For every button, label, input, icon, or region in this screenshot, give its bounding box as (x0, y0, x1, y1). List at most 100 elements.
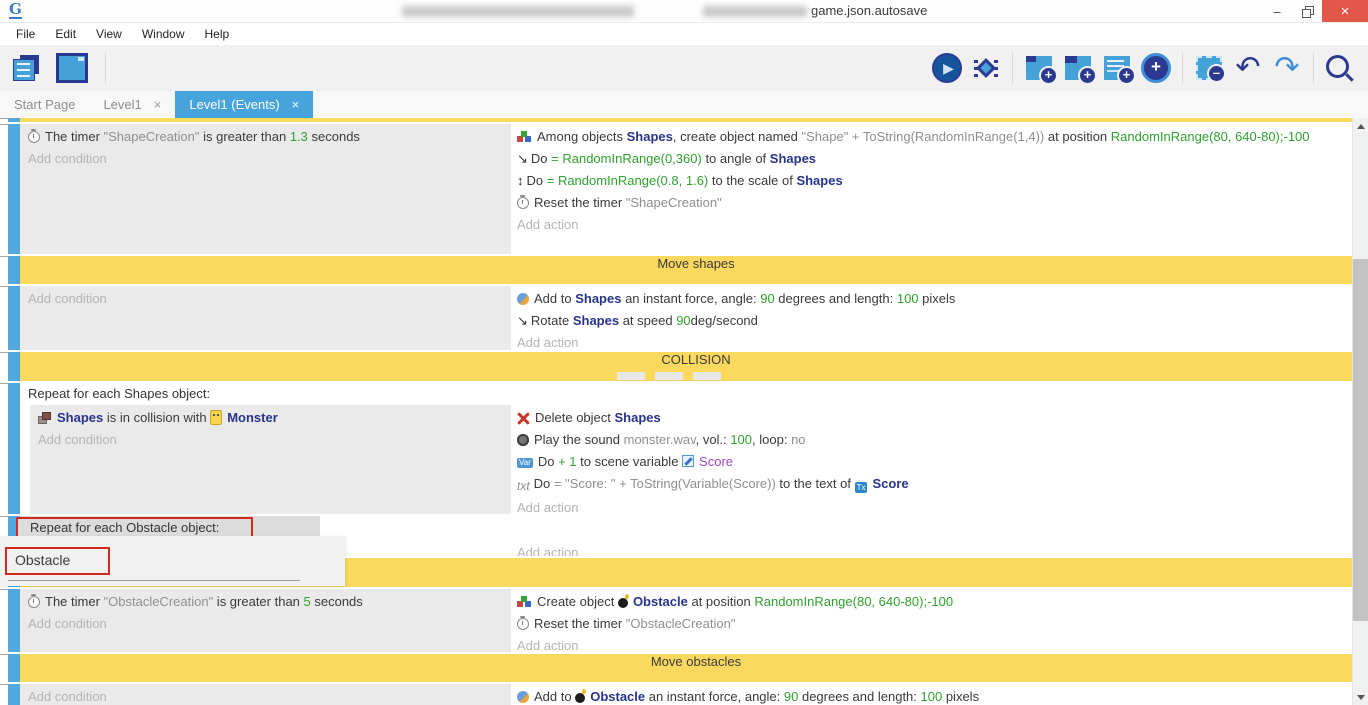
tab-level1[interactable]: Level1 × (89, 91, 175, 118)
action-line[interactable]: ↘Rotate Shapes at speed 90deg/second (517, 310, 1352, 332)
action-line[interactable]: ↕Do = RandomInRange(0.8, 1.6) to the sca… (517, 170, 1352, 192)
conditions-column[interactable]: The timer "ObstacleCreation" is greater … (20, 589, 511, 652)
comment-block[interactable]: Move shapes (8, 256, 1352, 284)
action-line[interactable]: Add to Shapes an instant force, angle: 9… (517, 288, 1352, 310)
scene-editor-button[interactable] (54, 49, 90, 87)
action-line[interactable]: Reset the timer "ObstacleCreation" (517, 613, 1352, 635)
run-button[interactable] (929, 49, 965, 87)
event-block[interactable]: Add condition Add to Obstacle an instant … (8, 684, 1352, 705)
close-button[interactable]: × (1322, 0, 1368, 22)
add-condition-button[interactable]: Add condition (20, 686, 511, 705)
actions-column[interactable]: Create object Obstacle at position Rando… (511, 589, 1352, 652)
actions-column[interactable]: Add to Shapes an instant force, angle: 9… (511, 286, 1352, 350)
action-line[interactable]: Play the sound monster.wav, vol.: 100, l… (517, 429, 1352, 451)
tab-level1-events[interactable]: Level1 (Events) × (175, 91, 313, 118)
add-action-button[interactable]: Add action (517, 635, 1352, 652)
event-selection-bar[interactable] (8, 352, 20, 381)
add-element-button[interactable] (1138, 49, 1174, 87)
conditions-column[interactable]: Add condition (20, 684, 511, 705)
remove-event-button[interactable] (1191, 49, 1227, 87)
search-button[interactable] (1322, 49, 1358, 87)
event-selection-bar[interactable] (8, 383, 20, 514)
comment-row[interactable]: COLLISION (20, 352, 1352, 381)
scroll-up-arrow[interactable] (1353, 118, 1368, 134)
restore-button[interactable] (1292, 0, 1322, 22)
add-action-button[interactable]: Add action (517, 497, 1352, 514)
text-run: The timer (45, 594, 104, 609)
add-condition-button[interactable]: Add condition (30, 429, 511, 451)
event-sheet[interactable]: The timer "ShapeCreation" is greater tha… (0, 118, 1352, 705)
action-line[interactable]: txtDo = "Score: " + ToString(Variable(Sc… (517, 473, 1352, 497)
action-line[interactable]: Delete object Shapes (517, 407, 1352, 429)
search-icon (1326, 55, 1349, 78)
conditions-column[interactable]: Add condition (20, 286, 511, 350)
add-condition-button[interactable]: Add condition (20, 148, 511, 170)
foreach-header[interactable]: Repeat for each Shapes object: (20, 383, 1352, 405)
close-tab-icon[interactable]: × (292, 97, 300, 112)
object-name-input-underline[interactable] (8, 580, 300, 581)
scrollbar-thumb[interactable] (1353, 259, 1368, 621)
text-run: Shapes (575, 291, 621, 306)
event-selection-bar[interactable] (8, 286, 20, 350)
event-block[interactable]: The timer "ObstacleCreation" is greater … (8, 589, 1352, 652)
redo-button[interactable] (1269, 49, 1305, 87)
condition-line[interactable]: The timer "ShapeCreation" is greater tha… (20, 126, 511, 148)
conditions-column[interactable]: Shapes is in collision with MonsterAdd c… (30, 405, 511, 514)
event-selection-bar[interactable] (8, 124, 20, 254)
add-comment-button[interactable] (1099, 49, 1135, 87)
add-condition-button[interactable]: Add condition (20, 613, 511, 635)
partial-comment-row[interactable] (20, 118, 1352, 122)
action-line[interactable]: Add to Obstacle an instant force, angle:… (517, 686, 1352, 705)
menu-window[interactable]: Window (132, 27, 195, 41)
menu-edit[interactable]: Edit (45, 27, 86, 41)
project-manager-button[interactable] (8, 49, 44, 87)
actions-column[interactable]: Add to Obstacle an instant force, angle:… (511, 684, 1352, 705)
action-line[interactable]: VarDo + 1 to scene variable Score (517, 451, 1352, 473)
text-run: 5 (304, 594, 311, 609)
condition-line[interactable]: Shapes is in collision with Monster (30, 407, 511, 429)
conditions-column[interactable]: The timer "ShapeCreation" is greater tha… (20, 124, 511, 254)
object-name-field[interactable]: Obstacle (15, 552, 70, 568)
foreach-block[interactable]: Repeat for each Shapes object:Shapes is … (8, 383, 1352, 514)
scroll-down-arrow[interactable] (1353, 689, 1368, 705)
text-run: = RandomInRange(0,360) (551, 151, 702, 166)
add-condition-button[interactable]: Add condition (20, 288, 511, 310)
add-action-button[interactable]: Add action (517, 332, 1352, 350)
event-selection-bar[interactable] (8, 654, 20, 682)
menu-help[interactable]: Help (195, 27, 240, 41)
action-line[interactable]: Reset the timer "ShapeCreation" (517, 192, 1352, 214)
undo-button[interactable] (1230, 49, 1266, 87)
minimize-button[interactable]: – (1262, 0, 1292, 22)
add-subevent-button[interactable] (1060, 49, 1096, 87)
add-action-button[interactable]: Add action (517, 214, 1352, 236)
action-line[interactable]: ↘Do = RandomInRange(0,360) to angle of S… (517, 148, 1352, 170)
strip-block[interactable] (8, 118, 1352, 122)
text-run: is in collision with (103, 410, 210, 425)
menu-file[interactable]: File (6, 27, 45, 41)
event-block[interactable]: The timer "ShapeCreation" is greater tha… (8, 124, 1352, 254)
event-block[interactable]: Add condition Add to Shapes an instant fo… (8, 286, 1352, 350)
comment-block[interactable]: COLLISION (8, 352, 1352, 381)
sound-icon (517, 434, 529, 446)
comment-block[interactable]: Move obstacles (8, 654, 1352, 682)
tab-start-page[interactable]: Start Page (0, 91, 89, 118)
actions-column[interactable]: Delete object ShapesPlay the sound monst… (511, 405, 1352, 514)
actions-column[interactable]: Add action (511, 540, 1352, 556)
vertical-scrollbar[interactable] (1352, 118, 1368, 705)
event-selection-bar[interactable] (8, 684, 20, 705)
condition-line[interactable]: The timer "ObstacleCreation" is greater … (20, 591, 511, 613)
add-action-button[interactable]: Add action (517, 542, 1352, 556)
event-selection-bar[interactable] (8, 256, 20, 284)
comment-row[interactable]: Move obstacles (20, 654, 1352, 682)
action-line[interactable]: Among objects Shapes, create object name… (517, 126, 1352, 148)
debugger-button[interactable] (968, 49, 1004, 87)
var-icon: Var (517, 458, 533, 468)
add-event-button[interactable] (1021, 49, 1057, 87)
close-tab-icon[interactable]: × (154, 97, 162, 112)
actions-column[interactable]: Among objects Shapes, create object name… (511, 124, 1352, 254)
event-selection-bar[interactable] (8, 589, 20, 652)
menu-view[interactable]: View (86, 27, 132, 41)
comment-row[interactable]: Move shapes (20, 256, 1352, 284)
action-line[interactable]: Create object Obstacle at position Rando… (517, 591, 1352, 613)
event-selection-bar[interactable] (8, 118, 20, 122)
